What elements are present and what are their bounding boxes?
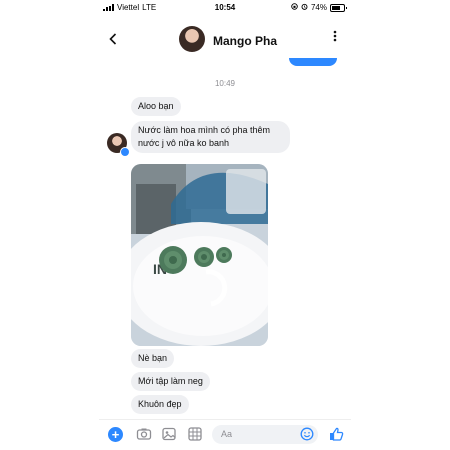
photo-image: IN bbox=[131, 164, 268, 346]
battery-percent: 74% bbox=[310, 3, 327, 12]
lock-rotation-icon bbox=[291, 3, 298, 12]
grid-icon[interactable] bbox=[187, 426, 203, 447]
message-bubble[interactable]: Khuôn đẹp bbox=[131, 395, 189, 414]
messenger-screen: Viettel LTE 10:54 74% Mango Pha 10:49 Al… bbox=[99, 0, 351, 450]
message-bubble[interactable]: Nước làm hoa mình có pha thêm nước j vô … bbox=[131, 121, 290, 153]
emoji-icon[interactable] bbox=[300, 427, 314, 446]
message-input[interactable]: Aa bbox=[212, 425, 318, 444]
message-composer: + Aa bbox=[99, 419, 351, 450]
like-icon[interactable] bbox=[328, 426, 344, 447]
chat-header: Mango Pha bbox=[99, 20, 351, 62]
message-input-placeholder: Aa bbox=[221, 429, 233, 439]
photo-attachment[interactable]: IN bbox=[131, 164, 268, 346]
plus-icon[interactable]: + bbox=[108, 427, 123, 442]
camera-icon[interactable] bbox=[136, 426, 152, 447]
message-bubble[interactable]: Aloo bạn bbox=[131, 97, 181, 116]
message-timestamp: 10:49 bbox=[214, 79, 236, 88]
sent-message-fragment bbox=[289, 58, 337, 66]
message-bubble[interactable]: Mới tập làm neg bbox=[131, 372, 210, 391]
contact-avatar[interactable] bbox=[179, 26, 205, 52]
battery-icon bbox=[330, 3, 347, 12]
more-vertical-icon[interactable] bbox=[333, 30, 337, 44]
gallery-icon[interactable] bbox=[161, 426, 177, 447]
status-right: 74% bbox=[291, 3, 347, 12]
message-bubble[interactable]: Nè bạn bbox=[131, 349, 175, 368]
alarm-icon bbox=[301, 3, 308, 12]
messenger-badge-icon bbox=[120, 147, 130, 157]
chevron-left-icon[interactable] bbox=[109, 32, 117, 48]
contact-name[interactable]: Mango Pha bbox=[213, 34, 277, 48]
status-bar: Viettel LTE 10:54 74% bbox=[99, 0, 351, 14]
